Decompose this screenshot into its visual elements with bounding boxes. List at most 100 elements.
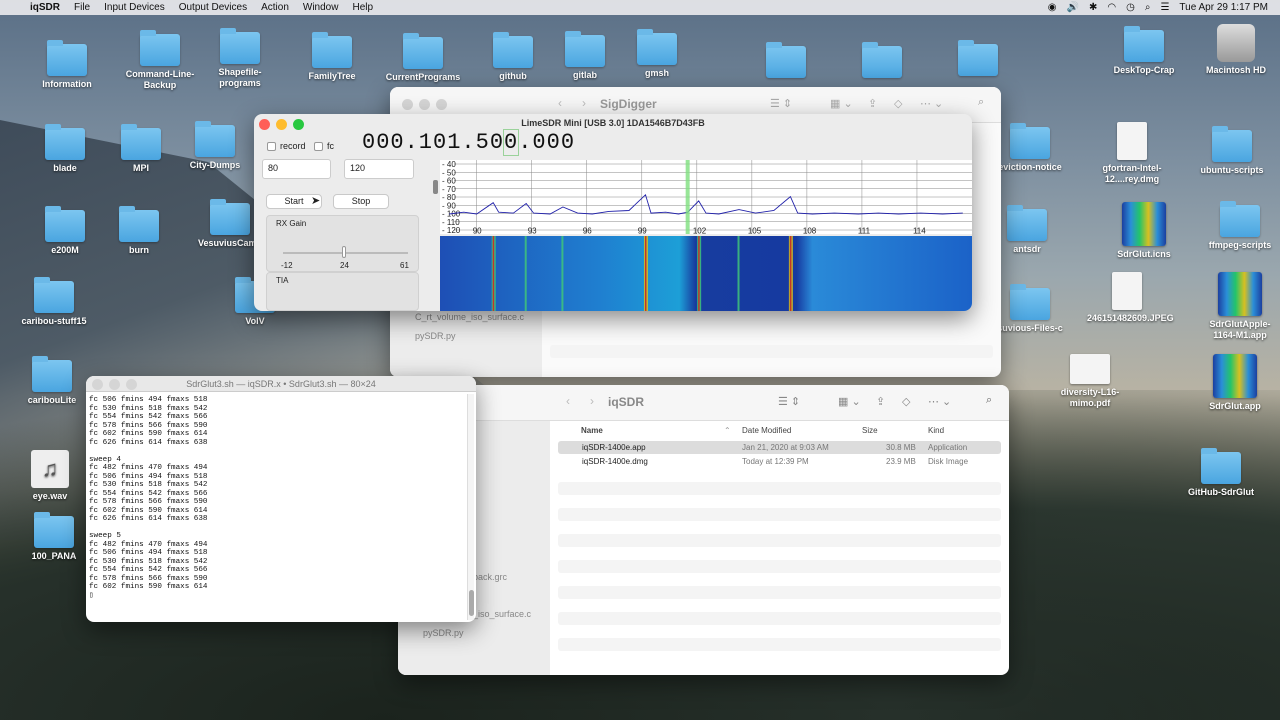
sidebar-file[interactable]: pySDR.py (415, 331, 456, 341)
desktop-folder[interactable]: blade (25, 124, 105, 174)
terminal-scroll-thumb[interactable] (469, 590, 474, 616)
folder-icon (403, 33, 443, 69)
desktop-folder[interactable]: e200M (25, 206, 105, 256)
sort-chevron-icon[interactable]: ⌃ (724, 421, 731, 441)
menu-file[interactable]: File (74, 2, 90, 13)
sidebar-file[interactable]: pySDR.py (423, 628, 464, 638)
list-view-icon[interactable]: ☰ ⇕ (778, 395, 800, 408)
desktop-folder[interactable]: CurrentPrograms (383, 33, 463, 83)
desktop-folder[interactable]: caribouLite (12, 356, 92, 406)
frequency-cursor-digit[interactable]: 0 (503, 129, 520, 156)
sidebar-file[interactable]: back.grc (473, 572, 507, 582)
search-icon[interactable]: ⌕ (978, 96, 984, 109)
column-size[interactable]: Size (862, 421, 878, 441)
rx-gain-slider-thumb[interactable] (342, 246, 346, 258)
search-icon[interactable]: ⌕ (1145, 2, 1151, 13)
zoom-icon[interactable] (436, 99, 447, 110)
frequency-display[interactable]: 000.101.500.000 (362, 129, 575, 156)
grid-view-icon[interactable]: ▦ ⌄ (838, 395, 861, 408)
desktop-folder[interactable] (842, 42, 922, 81)
desktop-file[interactable]: 246151482609.JPEG (1087, 272, 1174, 324)
desktop-app[interactable]: SdrGlutApple-1164-M1.app (1200, 272, 1280, 341)
menubar-clock[interactable]: Tue Apr 29 1:17 PM (1179, 2, 1268, 13)
desktop-folder[interactable]: DeskTop-Crap (1104, 26, 1184, 76)
terminal-output[interactable]: fc 506 fmins 494 fmaxs 518 fc 530 fmins 5… (89, 396, 207, 600)
forward-icon[interactable]: › (590, 394, 594, 408)
file-row-app[interactable]: iqSDR-1400e.app Jan 21, 2020 at 9:03 AM … (558, 441, 1001, 454)
desktop-folder[interactable]: suvious-Files-c (990, 284, 1070, 334)
stop-button[interactable]: Stop (333, 194, 389, 209)
spectrum-waterfall-chart[interactable]: - 40- 50- 60- 70- 80- 90- 100- 110- 120 … (440, 160, 972, 311)
tuning-marker[interactable] (685, 160, 690, 234)
search-icon[interactable]: ⌕ (986, 394, 992, 407)
desktop-folder[interactable]: City-Dumps (175, 121, 255, 171)
desktop-folder[interactable]: Command-Line-Backup (120, 30, 200, 91)
minimize-icon[interactable] (276, 119, 287, 130)
desktop-folder[interactable]: gitlab (545, 31, 625, 81)
close-icon[interactable] (402, 99, 413, 110)
forward-icon[interactable]: › (582, 96, 586, 110)
zoom-icon[interactable] (293, 119, 304, 130)
zoom-icon[interactable] (126, 379, 137, 390)
desktop-folder[interactable]: ffmpeg-scripts (1200, 201, 1280, 251)
fc-checkbox[interactable]: fc (314, 141, 334, 151)
desktop-folder[interactable]: FamilyTree (292, 32, 372, 82)
wifi-icon[interactable]: ◠ (1107, 2, 1116, 13)
column-kind[interactable]: Kind (928, 421, 944, 441)
close-icon[interactable] (259, 119, 270, 130)
sidebar-file[interactable]: C_rt_volume_iso_surface.c (415, 312, 524, 322)
desktop-folder[interactable]: burn (99, 206, 179, 256)
menu-window[interactable]: Window (303, 2, 339, 13)
desktop-file[interactable]: gfortran-Intel-12....rey.dmg (1092, 122, 1172, 185)
desktop-folder[interactable]: Information (27, 40, 107, 90)
tag-icon[interactable]: ◇ (894, 97, 902, 110)
record-checkbox[interactable]: record (267, 141, 306, 151)
desktop-folder[interactable]: eviction-notice (990, 123, 1070, 173)
panel-scrollbar[interactable] (433, 180, 438, 194)
column-date[interactable]: Date Modified (742, 421, 791, 441)
share-icon[interactable]: ⇪ (868, 97, 877, 110)
close-icon[interactable] (92, 379, 103, 390)
share-icon[interactable]: ⇪ (876, 395, 885, 408)
desktop-folder[interactable]: gmsh (617, 29, 697, 79)
minimize-icon[interactable] (419, 99, 430, 110)
desktop-folder[interactable]: MPI (101, 124, 181, 174)
menu-help[interactable]: Help (352, 2, 373, 13)
column-name[interactable]: Name (581, 421, 603, 441)
sidebar-file[interactable]: _iso_surface.c (473, 609, 531, 619)
display-min-input[interactable]: 80 (262, 159, 331, 179)
minimize-icon[interactable] (109, 379, 120, 390)
grid-view-icon[interactable]: ▦ ⌄ (830, 97, 853, 110)
file-row-dmg[interactable]: iqSDR-1400e.dmg Today at 12:39 PM 23.9 M… (558, 455, 1001, 468)
display-max-input[interactable]: 120 (344, 159, 414, 179)
bluetooth-icon[interactable]: ✱ (1089, 2, 1097, 13)
volume-icon[interactable]: 🔊 (1067, 2, 1079, 13)
desktop-folder[interactable] (938, 40, 1018, 79)
back-icon[interactable]: ‹ (566, 394, 570, 408)
desktop-folder[interactable]: 100_PANA (14, 512, 94, 562)
desktop-folder[interactable]: caribou-stuff15 (14, 277, 94, 327)
menu-output-devices[interactable]: Output Devices (179, 2, 247, 13)
list-view-icon[interactable]: ☰ ⇕ (770, 97, 792, 110)
back-icon[interactable]: ‹ (558, 96, 562, 110)
time-machine-icon[interactable]: ◷ (1126, 2, 1135, 13)
desktop-folder[interactable]: Shapefile-programs (200, 28, 280, 89)
more-icon[interactable]: ⋯ ⌄ (928, 395, 951, 408)
desktop-folder[interactable]: ubuntu-scripts (1192, 126, 1272, 176)
record-status-icon[interactable]: ◉ (1048, 2, 1057, 13)
desktop-folder[interactable] (746, 42, 826, 81)
desktop-file[interactable]: ♫ eye.wav (10, 450, 90, 502)
desktop-app[interactable]: SdrGlut.app (1195, 354, 1275, 412)
control-center-icon[interactable]: ☰ (1160, 2, 1169, 13)
desktop-drive[interactable]: Macintosh HD (1196, 24, 1276, 76)
desktop-file[interactable]: SdrGlut.icns (1104, 202, 1184, 260)
menu-app-name[interactable]: iqSDR (30, 2, 60, 13)
more-icon[interactable]: ⋯ ⌄ (920, 97, 943, 110)
tag-icon[interactable]: ◇ (902, 395, 910, 408)
menu-input-devices[interactable]: Input Devices (104, 2, 165, 13)
desktop-folder[interactable]: GitHub-SdrGlut (1181, 448, 1261, 498)
menu-action[interactable]: Action (261, 2, 289, 13)
desktop-file[interactable]: diversity-L16-mimo.pdf (1050, 354, 1130, 409)
terminal-scrollbar[interactable] (467, 394, 474, 620)
desktop-folder[interactable]: github (473, 32, 553, 82)
